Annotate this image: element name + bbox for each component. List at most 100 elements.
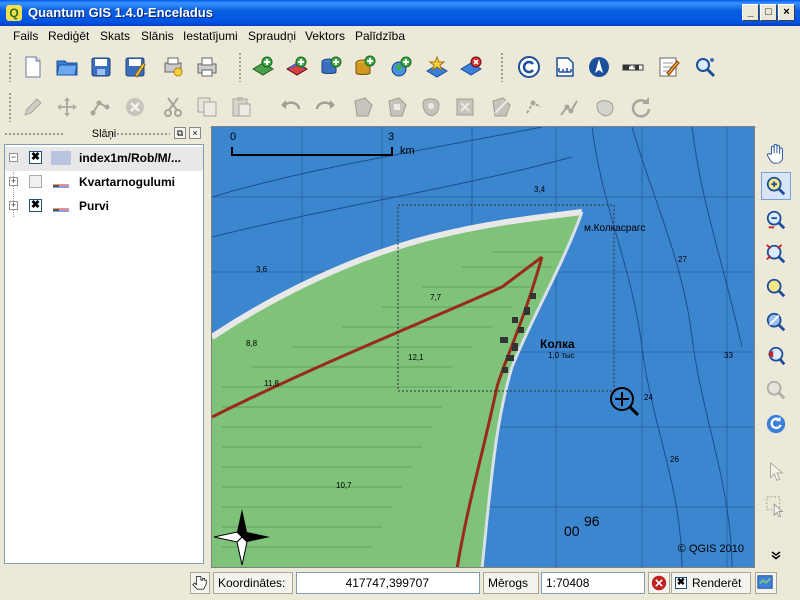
zoom-last-icon[interactable]	[761, 342, 791, 370]
expand-toggle[interactable]: −	[9, 153, 18, 162]
toolbar-grip[interactable]	[8, 52, 12, 82]
expand-toggle[interactable]: +	[9, 201, 18, 210]
add-spatialite-layer-icon[interactable]	[350, 52, 380, 82]
zoom-next-icon[interactable]	[761, 376, 791, 404]
toolbar-grip[interactable]	[500, 52, 504, 82]
pencil-icon[interactable]	[18, 92, 48, 122]
print-composer-icon[interactable]	[158, 52, 188, 82]
digitizing-toolbar	[0, 86, 800, 128]
menu-edit[interactable]: Rediģēt	[48, 29, 89, 43]
layer-item[interactable]: + ✖ Purvi	[5, 195, 203, 219]
search-zoom-icon[interactable]	[690, 52, 720, 82]
measure-line-icon[interactable]	[618, 52, 648, 82]
add-postgis-layer-icon[interactable]	[316, 52, 346, 82]
layer-visibility-checkbox[interactable]: ✖	[29, 199, 42, 212]
zoom-selection-icon[interactable]	[761, 308, 791, 336]
layer-visibility-checkbox[interactable]	[29, 175, 42, 188]
layer-visibility-checkbox[interactable]: ✖	[29, 151, 42, 164]
zoom-in-icon[interactable]	[761, 172, 791, 200]
zoom-full-icon[interactable]	[761, 240, 791, 268]
copyright-label-icon[interactable]	[514, 52, 544, 82]
window-title: Quantum GIS 1.4.0-Enceladus	[28, 5, 213, 20]
redo-icon[interactable]	[310, 92, 340, 122]
projection-status-icon[interactable]	[755, 572, 777, 594]
delete-part-icon[interactable]	[450, 92, 480, 122]
menu-fails[interactable]: Fails	[13, 29, 38, 43]
add-raster-gdal-icon[interactable]	[282, 52, 312, 82]
zoom-layer-icon[interactable]	[761, 274, 791, 302]
toolbar-grip[interactable]	[238, 52, 242, 82]
layer-legend-tree[interactable]: − ✖ index1m/Rob/M/... + Kvartarnogulumi …	[4, 144, 204, 564]
copy-icon[interactable]	[192, 92, 222, 122]
delete-icon[interactable]	[120, 92, 150, 122]
coordinates-field[interactable]: 417747,399707	[296, 572, 480, 594]
layers-panel-header[interactable]: Slāņi ⧉ ×	[0, 126, 208, 142]
layer-item[interactable]: − ✖ index1m/Rob/M/...	[5, 147, 203, 171]
identify-icon[interactable]	[761, 458, 791, 486]
new-project-icon[interactable]	[18, 52, 48, 82]
expand-toggle[interactable]: +	[9, 177, 18, 186]
cut-icon[interactable]	[158, 92, 188, 122]
add-island-icon[interactable]	[382, 92, 412, 122]
maximize-button[interactable]: □	[760, 4, 777, 21]
add-wms-layer-icon[interactable]	[386, 52, 416, 82]
menu-layer[interactable]: Slānis	[141, 29, 174, 43]
stop-rendering-icon[interactable]	[648, 572, 670, 594]
close-window-button[interactable]: ×	[778, 4, 795, 21]
scale-bar-icon[interactable]	[550, 52, 580, 82]
minimize-button[interactable]: _	[742, 4, 759, 21]
toggle-coords-icon[interactable]	[190, 572, 210, 594]
remove-layer-icon[interactable]	[456, 52, 486, 82]
delete-ring-icon[interactable]	[416, 92, 446, 122]
copyright-label: © QGIS 2010	[677, 543, 744, 555]
elevation-label: 10,7	[336, 481, 352, 490]
toolbar-grip[interactable]	[8, 92, 12, 122]
scale-start-label: 0	[230, 131, 237, 143]
zoom-out-icon[interactable]	[761, 206, 791, 234]
float-panel-button[interactable]: ⧉	[174, 127, 186, 139]
close-panel-button[interactable]: ×	[189, 127, 201, 139]
refresh-map-icon[interactable]	[761, 410, 791, 438]
depth-label: 96	[584, 513, 600, 529]
layer-name: Kvartarnogulumi	[79, 175, 176, 189]
more-tools-icon[interactable]	[761, 546, 791, 564]
render-toggle[interactable]: ✖ Renderēt	[671, 572, 751, 594]
village-label: м.Колкасрагс	[584, 223, 646, 234]
select-features-icon[interactable]	[761, 492, 791, 520]
menu-help[interactable]: Palīdzība	[355, 29, 405, 43]
layers-panel: Slāņi ⧉ × − ✖ index1m/Rob/M/... + Kvarta…	[0, 126, 208, 568]
menu-view[interactable]: Skats	[100, 29, 130, 43]
print-icon[interactable]	[192, 52, 222, 82]
merge-icon[interactable]	[554, 92, 584, 122]
reshape-icon[interactable]	[486, 92, 516, 122]
north-arrow-icon[interactable]	[584, 52, 614, 82]
layer-name: index1m/Rob/M/...	[79, 151, 182, 165]
move-feature-icon[interactable]	[52, 92, 82, 122]
depth-label: 00	[564, 523, 580, 539]
new-vector-layer-icon[interactable]	[422, 52, 452, 82]
paste-icon[interactable]	[226, 92, 256, 122]
undo-icon[interactable]	[276, 92, 306, 122]
menu-vector[interactable]: Vektors	[305, 29, 345, 43]
open-project-icon[interactable]	[52, 52, 82, 82]
depth-label: 26	[670, 455, 679, 464]
render-checkbox[interactable]: ✖	[675, 577, 687, 589]
split-icon[interactable]	[520, 92, 550, 122]
map-navigation-toolbar	[757, 126, 800, 568]
edit-note-icon[interactable]	[654, 52, 684, 82]
vector-layer-icon	[53, 184, 69, 188]
depth-label: 3,4	[534, 185, 546, 194]
node-split-icon[interactable]	[590, 92, 620, 122]
node-tool-icon[interactable]	[86, 92, 116, 122]
save-project-icon[interactable]	[86, 52, 116, 82]
save-as-icon[interactable]	[120, 52, 150, 82]
pan-hand-icon[interactable]	[761, 140, 791, 168]
add-raster-layer-icon[interactable]	[248, 52, 278, 82]
add-ring-icon[interactable]	[348, 92, 378, 122]
menu-plugins[interactable]: Spraudņi	[248, 29, 296, 43]
menu-settings[interactable]: Iestatījumi	[183, 29, 238, 43]
scale-field[interactable]: 1:70408	[541, 572, 645, 594]
map-canvas[interactable]: 0 3 km Колка 1,0 тыс м.Колкасрагс 3,4 3,…	[211, 126, 755, 568]
layer-item[interactable]: + Kvartarnogulumi	[5, 171, 203, 195]
refresh-icon[interactable]	[626, 92, 656, 122]
